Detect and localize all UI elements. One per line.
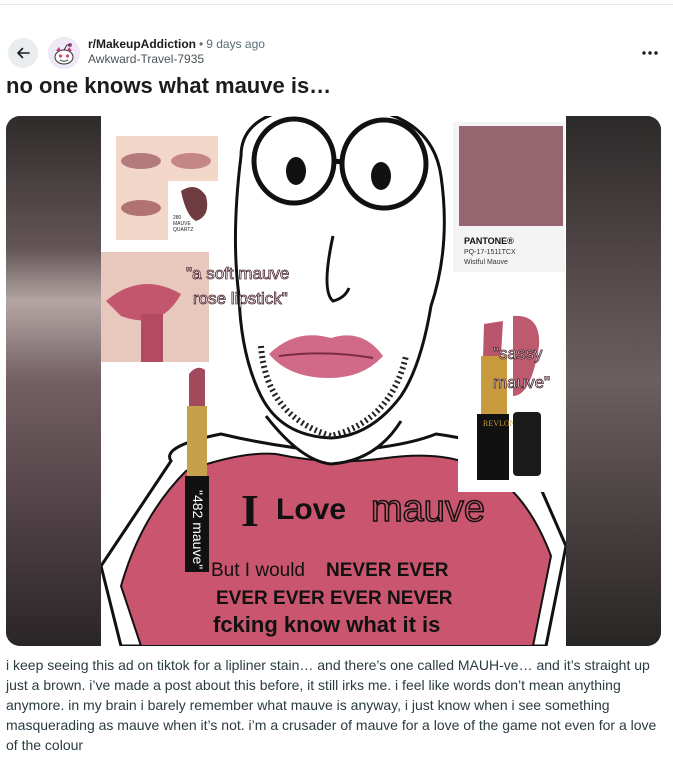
snoo-avatar-icon bbox=[48, 37, 80, 69]
more-options-button[interactable] bbox=[637, 40, 663, 66]
separator-dot: • bbox=[199, 37, 204, 51]
post-time: 9 days ago bbox=[206, 37, 265, 51]
post-header: r/MakeupAddiction • 9 days ago Awkward-Tra… bbox=[6, 36, 667, 70]
top-divider bbox=[0, 4, 673, 5]
more-dots-icon bbox=[642, 51, 658, 55]
image-blur-left bbox=[6, 116, 101, 646]
shirt-love: Love bbox=[276, 493, 346, 526]
subreddit-avatar[interactable] bbox=[48, 37, 80, 69]
author-username[interactable]: Awkward-Travel-7935 bbox=[88, 52, 265, 67]
shirt-mauve: mauve bbox=[371, 488, 485, 530]
pantone-brand: PANTONE® bbox=[464, 236, 514, 246]
image-blur-right bbox=[566, 116, 661, 646]
swatch-name-2: QUARTZ bbox=[173, 227, 193, 233]
quote-line-2: rose lipstick" bbox=[193, 289, 288, 308]
post-image[interactable]: 280 MAUVE QUARTZ PANTONE® PQ-17-1511TCX … bbox=[6, 116, 661, 646]
shirt-i: I bbox=[241, 485, 259, 536]
back-button[interactable] bbox=[8, 38, 38, 68]
arrow-left-icon bbox=[17, 47, 30, 59]
shirt-line-4: fcking know what it is bbox=[213, 612, 440, 637]
shirt-line-3: EVER EVER EVER NEVER bbox=[216, 588, 453, 609]
subreddit-name[interactable]: r/MakeupAddiction bbox=[88, 37, 196, 51]
pantone-code: PQ-17-1511TCX bbox=[464, 249, 516, 256]
post-body: i keep seeing this ad on tiktok for a li… bbox=[6, 657, 657, 753]
brand-text: REVLON bbox=[483, 419, 516, 428]
shirt-line-2b: NEVER EVER bbox=[326, 560, 449, 581]
sassy-line-1: "sassy bbox=[493, 344, 543, 363]
post-title: no one knows what mauve is… bbox=[6, 73, 332, 98]
shirt-line-2a: But I would bbox=[211, 560, 305, 581]
mauve-meme-image: 280 MAUVE QUARTZ PANTONE® PQ-17-1511TCX … bbox=[101, 116, 566, 646]
sassy-line-2: mauve" bbox=[493, 373, 550, 392]
quote-line-1: "a soft mauve bbox=[186, 264, 289, 283]
pantone-name: Wistful Mauve bbox=[464, 259, 508, 266]
lipstick-label: "482 mauve" bbox=[190, 490, 206, 569]
post-meta: r/MakeupAddiction • 9 days ago Awkward-Tra… bbox=[88, 37, 265, 67]
subreddit-line: r/MakeupAddiction • 9 days ago bbox=[88, 37, 265, 52]
